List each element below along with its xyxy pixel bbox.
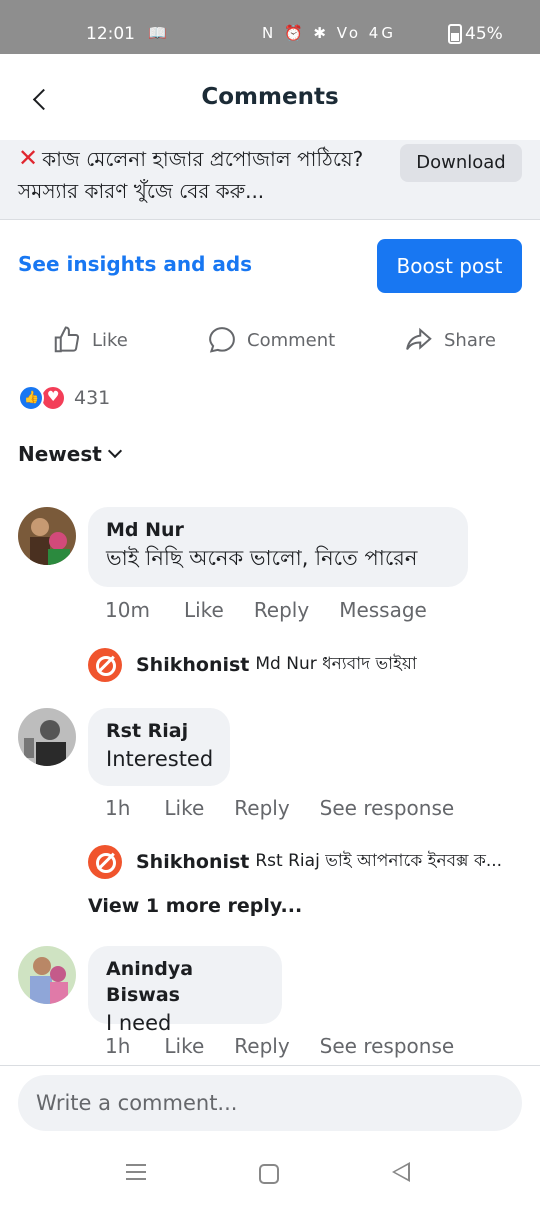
comment-reply[interactable]: Shikhonist Md Nur ধন্যবাদ ভাইয়া xyxy=(88,648,417,682)
reply-author[interactable]: Shikhonist xyxy=(136,851,249,873)
status-bar: 12:01 📖 N ⏰ ✱ Vo 4G 45% xyxy=(0,0,540,54)
comment-bubble[interactable]: Rst Riaj Interested xyxy=(88,708,230,786)
like-label: Like xyxy=(92,329,128,351)
avatar[interactable] xyxy=(18,507,76,565)
chevron-down-icon xyxy=(107,443,122,459)
system-nav-bar xyxy=(0,1140,540,1206)
like-button[interactable]: Like xyxy=(52,320,128,360)
post-text: কাজ মেলেনা হাজার প্রপোজাল পাঠিয়ে? সমস্য… xyxy=(18,147,364,203)
sort-dropdown[interactable]: Newest xyxy=(18,442,122,466)
see-response-link[interactable]: See response xyxy=(320,796,455,820)
comment-actions: 1h Like Reply See response xyxy=(105,796,484,820)
comment-bubble[interactable]: Anindya Biswas I need xyxy=(88,946,282,1035)
share-arrow-icon xyxy=(406,327,432,350)
page-logo-icon[interactable] xyxy=(88,648,122,682)
share-button[interactable]: Share xyxy=(404,320,496,360)
back-triangle-icon[interactable] xyxy=(392,1162,410,1182)
avatar-photo xyxy=(18,708,76,766)
app-header: Comments xyxy=(0,54,540,146)
reply-text: Md Nur ধন্যবাদ ভাইয়া xyxy=(255,654,417,674)
comment-bubble[interactable]: Md Nur ভাই নিছি অনেক ভালো, নিতে পারেন xyxy=(88,507,468,587)
see-insights-link[interactable]: See insights and ads xyxy=(18,252,252,276)
share-label: Share xyxy=(444,329,496,351)
comment-label: Comment xyxy=(247,329,336,351)
home-icon[interactable] xyxy=(259,1164,279,1184)
reply-text: Rst Riaj ভাই আপনাকে ইনবক্স ক... xyxy=(255,851,503,871)
comment-reply-link[interactable]: Reply xyxy=(234,1034,289,1058)
avatar[interactable] xyxy=(18,708,76,766)
sort-label: Newest xyxy=(18,442,102,466)
reply-author[interactable]: Shikhonist xyxy=(136,654,249,676)
comment-actions: 1h Like Reply See response xyxy=(105,1034,484,1058)
comment-reply-link[interactable]: Reply xyxy=(254,598,309,622)
thumbs-up-icon xyxy=(54,326,80,353)
page-title: Comments xyxy=(201,84,339,110)
page-logo-icon[interactable] xyxy=(88,845,122,879)
comment-like-link[interactable]: Like xyxy=(184,598,224,622)
comment-text: ভাই নিছি অনেক ভালো, নিতে পারেন xyxy=(106,546,418,570)
comment-text: Interested xyxy=(106,747,214,771)
boost-post-button[interactable]: Boost post xyxy=(377,239,522,293)
comment-time: 10m xyxy=(105,598,150,622)
reaction-count: 431 xyxy=(74,387,111,409)
like-reaction-icon xyxy=(18,385,44,411)
comment-actions: 10m Like Reply Message xyxy=(105,598,457,622)
battery-percent: 45% xyxy=(465,24,503,44)
comment-author[interactable]: Anindya Biswas xyxy=(106,956,264,1008)
reactions-summary[interactable]: 431 xyxy=(18,384,110,412)
comment-composer-bar: Write a comment... xyxy=(0,1065,540,1145)
book-icon: 📖 xyxy=(148,24,167,42)
post-preview[interactable]: ✕ কাজ মেলেনা হাজার প্রপোজাল পাঠিয়ে? সমস্… xyxy=(0,140,540,220)
download-button[interactable]: Download xyxy=(400,144,522,182)
comment-reply-link[interactable]: Reply xyxy=(234,796,289,820)
comment-like-link[interactable]: Like xyxy=(164,1034,204,1058)
comment-reply[interactable]: Shikhonist Rst Riaj ভাই আপনাকে ইনবক্স ক.… xyxy=(88,845,502,879)
avatar-photo xyxy=(18,507,76,565)
comment-message-link[interactable]: Message xyxy=(339,598,427,622)
status-time: 12:01 xyxy=(86,24,135,44)
avatar[interactable] xyxy=(18,946,76,1004)
comment-bubble-icon xyxy=(209,327,235,353)
comment-button[interactable]: Comment xyxy=(207,320,335,360)
battery-icon xyxy=(448,24,462,44)
comment-author[interactable]: Md Nur xyxy=(106,517,450,543)
comment-author[interactable]: Rst Riaj xyxy=(106,718,212,744)
status-icons: N ⏰ ✱ Vo 4G xyxy=(262,24,396,42)
see-response-link[interactable]: See response xyxy=(320,1034,455,1058)
view-more-replies-link[interactable]: View 1 more reply... xyxy=(88,895,302,917)
recent-apps-icon[interactable] xyxy=(126,1164,146,1180)
post-text-block: ✕ কাজ মেলেনা হাজার প্রপোজাল পাঠিয়ে? সমস্… xyxy=(18,142,388,207)
comment-input[interactable]: Write a comment... xyxy=(18,1075,522,1131)
cross-mark-icon: ✕ xyxy=(18,144,39,172)
comment-time: 1h xyxy=(105,1034,131,1058)
avatar-photo xyxy=(18,946,76,1004)
comment-like-link[interactable]: Like xyxy=(164,796,204,820)
comment-time: 1h xyxy=(105,796,131,820)
